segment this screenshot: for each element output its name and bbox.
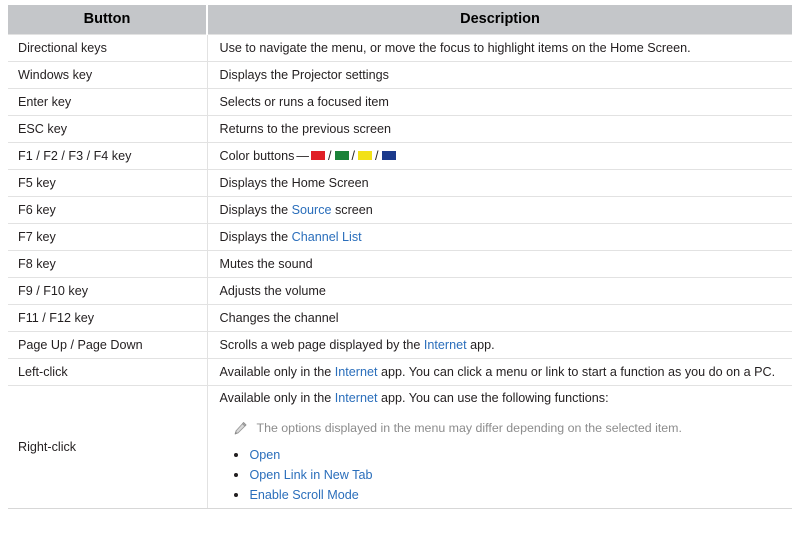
- table-row: F6 key Displays the Source screen: [8, 196, 792, 224]
- note-text: The options displayed in the menu may di…: [256, 421, 682, 435]
- cell-description: Changes the channel: [206, 304, 792, 332]
- table-row: F11 / F12 key Changes the channel: [8, 304, 792, 332]
- cell-description: Use to navigate the menu, or move the fo…: [206, 34, 792, 62]
- table-header-row: Button Description: [8, 5, 792, 35]
- cell-button: F5 key: [8, 169, 207, 197]
- list-item: Enable Scroll Mode: [233, 487, 787, 504]
- swatch-separator: /: [351, 148, 356, 163]
- table-body: Directional keys Use to navigate the men…: [8, 34, 792, 509]
- cell-description-color-buttons: Color buttons — / / /: [206, 142, 792, 170]
- right-click-intro: Available only in the Internet app. You …: [220, 390, 787, 407]
- description-text-before: Available only in the: [219, 391, 335, 405]
- note-callout: The options displayed in the menu may di…: [233, 420, 787, 436]
- cell-description: Displays the Home Screen: [206, 169, 792, 197]
- swatch-separator: /: [328, 148, 332, 163]
- link-enable-scroll-mode[interactable]: Enable Scroll Mode: [250, 488, 359, 502]
- cell-description: Adjusts the volume: [206, 277, 792, 305]
- color-swatch-red: [311, 150, 325, 160]
- list-item: Open: [233, 447, 787, 464]
- color-buttons-label: Color buttons: [219, 148, 295, 163]
- table-row: F1 / F2 / F3 / F4 key Color buttons — / / /: [8, 142, 792, 170]
- keyboard-shortcuts-table-container: Button Description Directional keys Use …: [8, 5, 792, 509]
- description-text-after: app.: [466, 337, 495, 352]
- right-click-function-list: Open Open Link in New Tab Enable Scroll …: [220, 447, 787, 504]
- cell-button: ESC key: [8, 115, 207, 143]
- cell-description: Returns to the previous screen: [206, 115, 792, 143]
- cell-button: F1 / F2 / F3 / F4 key: [8, 142, 207, 170]
- cell-button: F11 / F12 key: [8, 304, 207, 332]
- table-row: Windows key Displays the Projector setti…: [8, 61, 792, 89]
- cell-description: Mutes the sound: [206, 250, 792, 278]
- link-internet[interactable]: Internet: [424, 338, 467, 352]
- cell-button: F8 key: [8, 250, 207, 278]
- table-row: F8 key Mutes the sound: [8, 250, 792, 278]
- cell-button: F9 / F10 key: [8, 277, 207, 305]
- table-row: Right-click Available only in the Intern…: [8, 385, 792, 509]
- description-text-before: Scrolls a web page displayed by the: [219, 337, 424, 352]
- cell-button: Windows key: [8, 61, 207, 89]
- cell-description: Available only in the Internet app. You …: [206, 358, 792, 386]
- description-text-before: Available only in the: [219, 364, 335, 379]
- table-row: Directional keys Use to navigate the men…: [8, 34, 792, 62]
- link-open-link-in-new-tab[interactable]: Open Link in New Tab: [250, 468, 373, 482]
- cell-description-right-click: Available only in the Internet app. You …: [206, 385, 792, 509]
- table-row: Left-click Available only in the Interne…: [8, 358, 792, 386]
- cell-description: Scrolls a web page displayed by the Inte…: [206, 331, 792, 359]
- cell-button: Enter key: [8, 88, 207, 116]
- column-header-button: Button: [8, 5, 207, 35]
- link-source[interactable]: Source: [292, 203, 332, 217]
- table-header: Button Description: [8, 5, 792, 35]
- link-open[interactable]: Open: [250, 448, 281, 462]
- description-text-before: Displays the: [219, 229, 292, 244]
- table-row: Page Up / Page Down Scrolls a web page d…: [8, 331, 792, 359]
- list-item: Open Link in New Tab: [233, 467, 787, 484]
- link-internet[interactable]: Internet: [335, 391, 378, 405]
- description-text-after: app. You can click a menu or link to sta…: [377, 364, 776, 379]
- description-text-after: screen: [331, 202, 373, 217]
- cell-description: Displays the Projector settings: [206, 61, 792, 89]
- cell-description: Selects or runs a focused item: [206, 88, 792, 116]
- swatch-separator: /: [375, 148, 379, 163]
- description-text-after: app. You can use the following functions…: [377, 391, 609, 405]
- cell-button: F7 key: [8, 223, 207, 251]
- description-text-before: Displays the: [219, 202, 292, 217]
- table-row: F9 / F10 key Adjusts the volume: [8, 277, 792, 305]
- link-channel-list[interactable]: Channel List: [292, 230, 362, 244]
- table-row: ESC key Returns to the previous screen: [8, 115, 792, 143]
- cell-button: Directional keys: [8, 34, 207, 62]
- color-swatch-group: / / /: [311, 148, 396, 165]
- color-swatch-blue: [381, 150, 396, 160]
- cell-description: Displays the Channel List: [206, 223, 792, 251]
- cell-button: Page Up / Page Down: [8, 331, 207, 359]
- color-swatch-green: [334, 150, 349, 160]
- cell-description: Displays the Source screen: [206, 196, 792, 224]
- link-internet[interactable]: Internet: [335, 365, 378, 379]
- cell-button: Right-click: [8, 385, 207, 509]
- keyboard-shortcuts-table: Button Description Directional keys Use …: [8, 5, 792, 509]
- color-swatch-yellow: [358, 150, 372, 160]
- cell-button: Left-click: [8, 358, 207, 386]
- cell-button: F6 key: [8, 196, 207, 224]
- column-header-description: Description: [206, 5, 792, 35]
- table-row: F5 key Displays the Home Screen: [8, 169, 792, 197]
- table-row: F7 key Displays the Channel List: [8, 223, 792, 251]
- pencil-icon: [233, 421, 248, 436]
- table-row: Enter key Selects or runs a focused item: [8, 88, 792, 116]
- dash-separator: —: [296, 148, 309, 163]
